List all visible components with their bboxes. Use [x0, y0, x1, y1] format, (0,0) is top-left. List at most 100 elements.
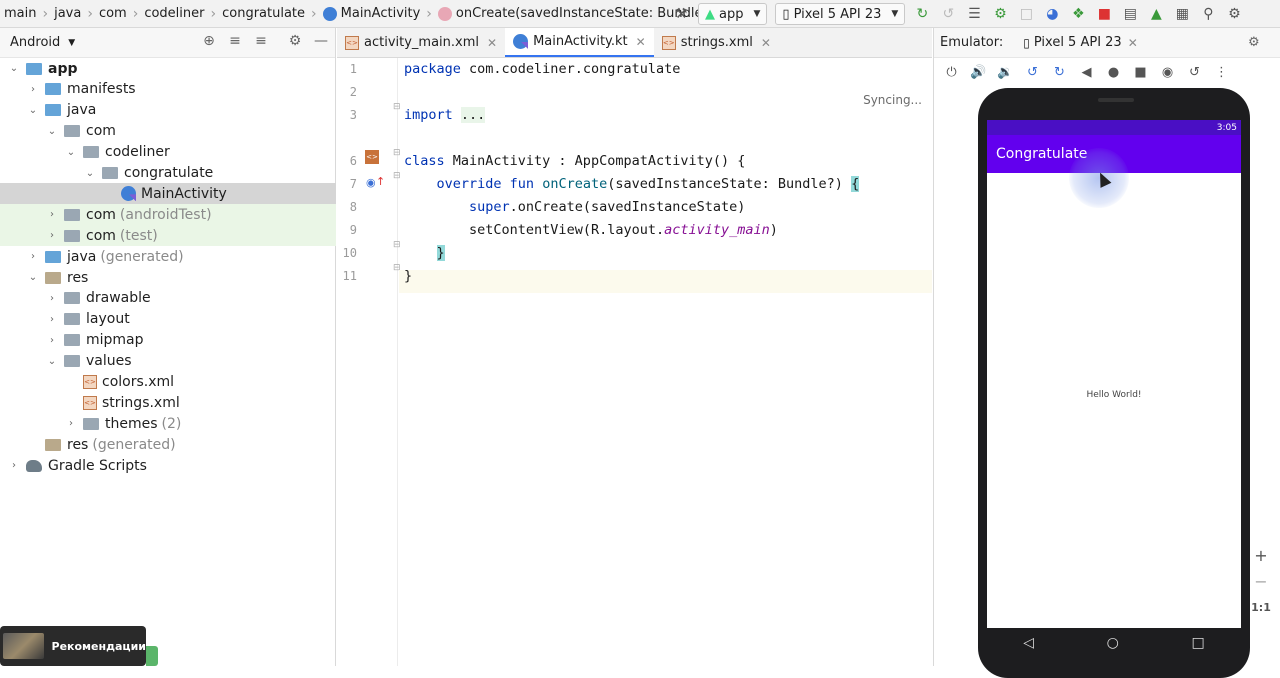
- power-icon[interactable]: ⏻: [938, 65, 965, 80]
- chevron-right-icon[interactable]: ›: [27, 84, 39, 95]
- attach-process-icon[interactable]: ❖: [1066, 2, 1090, 26]
- project-view-select[interactable]: Android: [10, 35, 60, 50]
- breadcrumb-item[interactable]: codeliner: [140, 0, 208, 28]
- device-manager-icon[interactable]: ▤: [1118, 2, 1142, 26]
- tree-item[interactable]: MainActivity: [0, 183, 336, 205]
- chevron-down-icon[interactable]: ▼: [68, 38, 75, 48]
- nav-home-icon[interactable]: ○: [1107, 635, 1119, 651]
- breadcrumb-item[interactable]: congratulate: [218, 0, 309, 28]
- close-icon[interactable]: ✕: [636, 35, 646, 49]
- chevron-right-icon[interactable]: ›: [65, 418, 77, 429]
- tree-item[interactable]: ⌄ values: [0, 351, 336, 372]
- run-config-select[interactable]: ▲ app ▼: [698, 3, 768, 25]
- tree-item[interactable]: <> colors.xml: [0, 372, 336, 393]
- chevron-right-icon[interactable]: ›: [8, 460, 20, 471]
- nav-recents-icon[interactable]: □: [1191, 635, 1204, 651]
- debug-icon[interactable]: ⚙: [988, 2, 1012, 26]
- breadcrumb-item[interactable]: com: [95, 0, 131, 28]
- chevron-down-icon[interactable]: ⌄: [8, 63, 20, 74]
- device-screen[interactable]: 3:05 Congratulate Hello World!: [987, 120, 1241, 628]
- home-icon[interactable]: ●: [1100, 65, 1127, 80]
- chevron-down-icon[interactable]: ⌄: [46, 356, 58, 367]
- gear-icon[interactable]: ⚙: [1248, 35, 1260, 50]
- folded-imports[interactable]: ...: [460, 107, 486, 123]
- apply-changes-icon[interactable]: ↻: [910, 2, 934, 26]
- emulator-tab[interactable]: Pixel 5 API 23: [1034, 35, 1122, 50]
- camera-icon[interactable]: ◉: [1154, 65, 1181, 80]
- settings-icon[interactable]: ⚙: [1222, 2, 1246, 26]
- zoom-actual-size[interactable]: 1:1: [1251, 595, 1271, 621]
- rotate-right-icon[interactable]: ↻: [1046, 65, 1073, 80]
- tree-item[interactable]: › com (androidTest): [0, 204, 336, 226]
- tree-item[interactable]: res (generated): [0, 434, 336, 455]
- tree-item[interactable]: › java (generated): [0, 246, 336, 267]
- close-icon[interactable]: ✕: [1128, 36, 1138, 50]
- attach-debugger-icon[interactable]: □: [1014, 2, 1038, 26]
- tree-item[interactable]: › mipmap: [0, 330, 336, 351]
- volume-up-icon[interactable]: 🔊: [965, 65, 992, 80]
- chevron-down-icon[interactable]: ⌄: [65, 147, 77, 158]
- zoom-out-icon[interactable]: −: [1254, 569, 1267, 595]
- close-icon[interactable]: ✕: [761, 36, 771, 50]
- stop-icon[interactable]: ■: [1092, 2, 1116, 26]
- chevron-right-icon[interactable]: ›: [46, 335, 58, 346]
- tree-item[interactable]: ⌄ com: [0, 121, 336, 142]
- override-icon[interactable]: ◉: [366, 176, 376, 189]
- breadcrumb-item[interactable]: java: [50, 0, 85, 28]
- chevron-down-icon[interactable]: ⌄: [46, 126, 58, 137]
- back-icon[interactable]: ◀: [1073, 65, 1100, 80]
- hide-icon[interactable]: —: [308, 33, 334, 49]
- rotate-left-icon[interactable]: ↺: [1019, 65, 1046, 80]
- gear-icon[interactable]: ⚙: [282, 33, 308, 49]
- locate-icon[interactable]: ⊕: [196, 33, 222, 49]
- snapshot-icon[interactable]: ↺: [1181, 65, 1208, 80]
- chevron-down-icon[interactable]: ⌄: [27, 105, 39, 116]
- editor-tab[interactable]: MainActivity.kt ✕: [505, 28, 654, 57]
- tree-item[interactable]: › Gradle Scripts: [0, 455, 336, 476]
- close-icon[interactable]: ✕: [487, 36, 497, 50]
- tree-item[interactable]: ⌄ java: [0, 100, 336, 121]
- chevron-right-icon[interactable]: ›: [46, 293, 58, 304]
- tree-item[interactable]: <> strings.xml: [0, 392, 336, 413]
- more-icon[interactable]: ⋮: [1208, 65, 1235, 80]
- tree-item[interactable]: › com (test): [0, 225, 336, 247]
- layout-preview-icon[interactable]: <>: [365, 150, 379, 164]
- search-icon[interactable]: ⚲: [1196, 2, 1220, 26]
- breadcrumb-item[interactable]: MainActivity: [319, 0, 425, 28]
- expand-all-icon[interactable]: ≡: [222, 33, 248, 49]
- chevron-down-icon[interactable]: ⌄: [84, 168, 96, 179]
- project-header-tools: ⊕ ≡ ≡ ⚙ —: [196, 33, 334, 49]
- logcat-icon[interactable]: ☰: [962, 2, 986, 26]
- breadcrumb-item[interactable]: main: [0, 0, 40, 28]
- tree-item-label: values: [86, 353, 132, 370]
- tree-item[interactable]: ⌄ res: [0, 267, 336, 288]
- build-hammer-icon[interactable]: ⚒: [669, 2, 693, 26]
- zoom-in-icon[interactable]: +: [1254, 543, 1267, 569]
- apply-code-changes-icon[interactable]: ↺: [936, 2, 960, 26]
- tree-item[interactable]: › themes (2): [0, 413, 336, 434]
- sync-gradle-icon[interactable]: ▲: [1144, 2, 1168, 26]
- chevron-right-icon[interactable]: ›: [27, 251, 39, 262]
- recommendations-overlay[interactable]: Рекомендации: [0, 626, 146, 666]
- chevron-right-icon[interactable]: ›: [46, 314, 58, 325]
- chevron-right-icon[interactable]: ›: [46, 230, 58, 241]
- overview-icon[interactable]: ■: [1127, 65, 1154, 80]
- editor-tab[interactable]: <> strings.xml ✕: [654, 28, 779, 57]
- tree-item[interactable]: › manifests: [0, 79, 336, 100]
- tree-item[interactable]: ⌄ congratulate: [0, 163, 336, 184]
- device-select[interactable]: ▯ Pixel 5 API 23 ▼: [775, 3, 906, 25]
- tree-item[interactable]: ⌄ app: [0, 58, 336, 79]
- editor-tab[interactable]: <> activity_main.xml ✕: [337, 28, 505, 57]
- override-arrow-icon: ↑: [376, 175, 386, 188]
- volume-down-icon[interactable]: 🔉: [992, 65, 1019, 80]
- tree-item[interactable]: › layout: [0, 309, 336, 330]
- chevron-down-icon[interactable]: ⌄: [27, 272, 39, 283]
- profile-icon[interactable]: ◕: [1040, 2, 1064, 26]
- sdk-manager-icon[interactable]: ▦: [1170, 2, 1194, 26]
- tree-item[interactable]: › drawable: [0, 288, 336, 309]
- code-area[interactable]: package com.codeliner.congratulate impor…: [399, 58, 932, 666]
- chevron-right-icon[interactable]: ›: [46, 209, 58, 220]
- nav-back-icon[interactable]: ◁: [1023, 635, 1034, 651]
- tree-item[interactable]: ⌄ codeliner: [0, 142, 336, 163]
- collapse-all-icon[interactable]: ≡: [248, 33, 274, 49]
